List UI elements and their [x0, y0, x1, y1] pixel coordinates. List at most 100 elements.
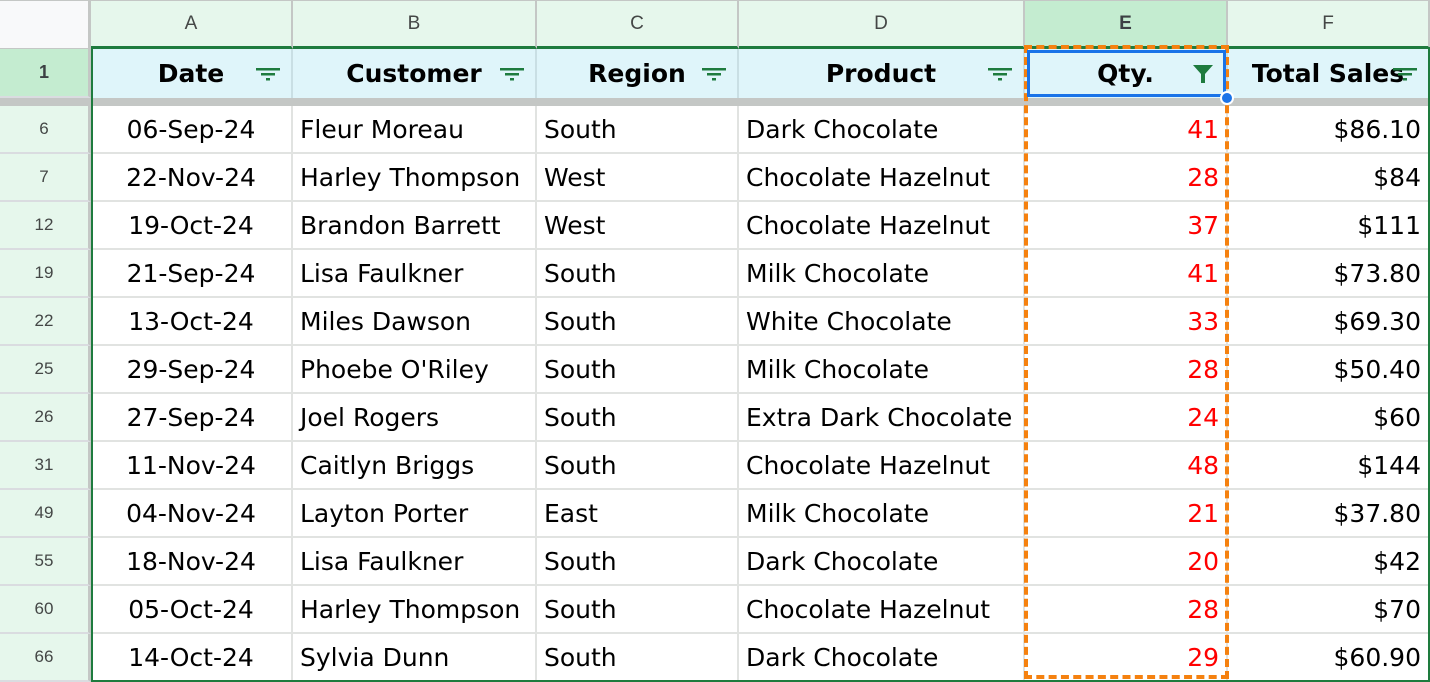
total-sales-cell[interactable]: $70 — [1228, 586, 1430, 634]
qty-cell[interactable]: 48 — [1025, 442, 1228, 490]
date-cell[interactable]: 05-Oct-24 — [91, 586, 293, 634]
product-cell[interactable]: Chocolate Hazelnut — [739, 202, 1025, 250]
region-cell[interactable]: South — [537, 346, 739, 394]
region-cell[interactable]: West — [537, 154, 739, 202]
date-cell[interactable]: 22-Nov-24 — [91, 154, 293, 202]
product-cell[interactable]: Extra Dark Chocolate — [739, 394, 1025, 442]
region-cell[interactable]: South — [537, 586, 739, 634]
qty-cell[interactable]: 28 — [1025, 586, 1228, 634]
customer-cell[interactable]: Brandon Barrett — [293, 202, 537, 250]
row-number[interactable]: 60 — [0, 586, 91, 634]
date-cell[interactable]: 06-Sep-24 — [91, 106, 293, 154]
qty-cell[interactable]: 41 — [1025, 250, 1228, 298]
product-cell[interactable]: Chocolate Hazelnut — [739, 586, 1025, 634]
region-cell[interactable]: South — [537, 634, 739, 682]
product-cell[interactable]: Chocolate Hazelnut — [739, 154, 1025, 202]
qty-cell[interactable]: 20 — [1025, 538, 1228, 586]
qty-cell[interactable]: 28 — [1025, 154, 1228, 202]
date-cell[interactable]: 04-Nov-24 — [91, 490, 293, 538]
row-number[interactable]: 55 — [0, 538, 91, 586]
header-cell-region[interactable]: Region — [537, 49, 739, 98]
product-cell[interactable]: White Chocolate — [739, 298, 1025, 346]
region-cell[interactable]: South — [537, 250, 739, 298]
qty-cell[interactable]: 24 — [1025, 394, 1228, 442]
date-cell[interactable]: 18-Nov-24 — [91, 538, 293, 586]
customer-cell[interactable]: Lisa Faulkner — [293, 250, 537, 298]
product-cell[interactable]: Chocolate Hazelnut — [739, 442, 1025, 490]
filter-list-icon[interactable] — [499, 66, 525, 82]
product-cell[interactable]: Milk Chocolate — [739, 250, 1025, 298]
total-sales-cell[interactable]: $84 — [1228, 154, 1430, 202]
total-sales-cell[interactable]: $60.90 — [1228, 634, 1430, 682]
select-all-corner[interactable] — [0, 0, 91, 49]
customer-cell[interactable]: Sylvia Dunn — [293, 634, 537, 682]
column-header-b[interactable]: B — [293, 0, 537, 49]
total-sales-cell[interactable]: $111 — [1228, 202, 1430, 250]
qty-cell[interactable]: 33 — [1025, 298, 1228, 346]
region-cell[interactable]: South — [537, 442, 739, 490]
region-cell[interactable]: South — [537, 538, 739, 586]
column-header-d[interactable]: D — [739, 0, 1025, 49]
row-number[interactable]: 22 — [0, 298, 91, 346]
region-cell[interactable]: West — [537, 202, 739, 250]
date-cell[interactable]: 21-Sep-24 — [91, 250, 293, 298]
row-number[interactable]: 31 — [0, 442, 91, 490]
customer-cell[interactable]: Layton Porter — [293, 490, 537, 538]
customer-cell[interactable]: Miles Dawson — [293, 298, 537, 346]
total-sales-cell[interactable]: $50.40 — [1228, 346, 1430, 394]
product-cell[interactable]: Dark Chocolate — [739, 538, 1025, 586]
product-cell[interactable]: Milk Chocolate — [739, 346, 1025, 394]
row-number[interactable]: 6 — [0, 106, 91, 154]
total-sales-cell[interactable]: $73.80 — [1228, 250, 1430, 298]
total-sales-cell[interactable]: $86.10 — [1228, 106, 1430, 154]
product-cell[interactable]: Milk Chocolate — [739, 490, 1025, 538]
row-number[interactable]: 1 — [0, 49, 91, 98]
column-header-e[interactable]: E — [1025, 0, 1228, 49]
row-number[interactable]: 25 — [0, 346, 91, 394]
date-cell[interactable]: 27-Sep-24 — [91, 394, 293, 442]
row-number[interactable]: 26 — [0, 394, 91, 442]
column-header-a[interactable]: A — [91, 0, 293, 49]
row-number[interactable]: 66 — [0, 634, 91, 682]
header-cell-qty[interactable]: Qty. — [1025, 49, 1228, 98]
customer-cell[interactable]: Lisa Faulkner — [293, 538, 537, 586]
region-cell[interactable]: South — [537, 394, 739, 442]
customer-cell[interactable]: Harley Thompson — [293, 586, 537, 634]
product-cell[interactable]: Dark Chocolate — [739, 106, 1025, 154]
filter-list-icon[interactable] — [701, 66, 727, 82]
customer-cell[interactable]: Fleur Moreau — [293, 106, 537, 154]
customer-cell[interactable]: Caitlyn Briggs — [293, 442, 537, 490]
header-cell-total-sales[interactable]: Total Sales — [1228, 49, 1430, 98]
header-cell-date[interactable]: Date — [91, 49, 293, 98]
column-header-f[interactable]: F — [1228, 0, 1430, 49]
date-cell[interactable]: 11-Nov-24 — [91, 442, 293, 490]
qty-cell[interactable]: 37 — [1025, 202, 1228, 250]
region-cell[interactable]: South — [537, 298, 739, 346]
header-cell-product[interactable]: Product — [739, 49, 1025, 98]
filter-active-funnel-icon[interactable] — [1192, 64, 1214, 84]
column-header-c[interactable]: C — [537, 0, 739, 49]
product-cell[interactable]: Dark Chocolate — [739, 634, 1025, 682]
header-cell-customer[interactable]: Customer — [293, 49, 537, 98]
row-number[interactable]: 12 — [0, 202, 91, 250]
region-cell[interactable]: East — [537, 490, 739, 538]
customer-cell[interactable]: Phoebe O'Riley — [293, 346, 537, 394]
fill-handle[interactable] — [1220, 91, 1234, 105]
date-cell[interactable]: 19-Oct-24 — [91, 202, 293, 250]
filter-list-icon[interactable] — [1392, 66, 1418, 82]
filter-list-icon[interactable] — [987, 66, 1013, 82]
total-sales-cell[interactable]: $60 — [1228, 394, 1430, 442]
date-cell[interactable]: 13-Oct-24 — [91, 298, 293, 346]
region-cell[interactable]: South — [537, 106, 739, 154]
qty-cell[interactable]: 21 — [1025, 490, 1228, 538]
customer-cell[interactable]: Joel Rogers — [293, 394, 537, 442]
date-cell[interactable]: 14-Oct-24 — [91, 634, 293, 682]
customer-cell[interactable]: Harley Thompson — [293, 154, 537, 202]
total-sales-cell[interactable]: $69.30 — [1228, 298, 1430, 346]
row-number[interactable]: 19 — [0, 250, 91, 298]
qty-cell[interactable]: 29 — [1025, 634, 1228, 682]
total-sales-cell[interactable]: $144 — [1228, 442, 1430, 490]
frozen-row-divider[interactable] — [0, 98, 1430, 106]
qty-cell[interactable]: 41 — [1025, 106, 1228, 154]
row-number[interactable]: 49 — [0, 490, 91, 538]
